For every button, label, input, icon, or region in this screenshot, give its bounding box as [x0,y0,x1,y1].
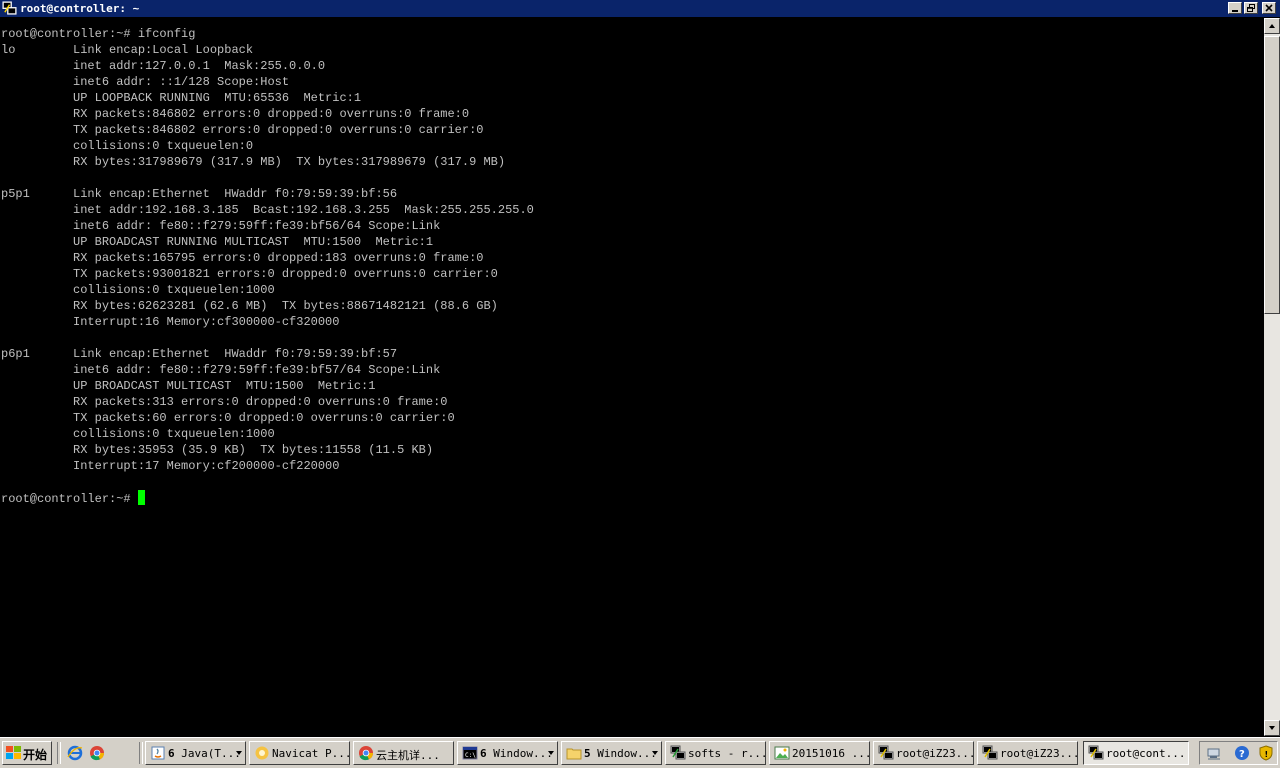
task-label: Window... [597,747,657,760]
terminal-line: RX packets:313 errors:0 dropped:0 overru… [1,395,448,409]
task-label: softs - r... [688,747,766,760]
arrow-up-icon [1269,24,1275,28]
task-image-viewer[interactable]: 20151016 ... [769,741,870,765]
scroll-up-button[interactable] [1264,18,1280,34]
task-putty-1[interactable]: root@iZ23... [873,741,974,765]
terminal-line: TX packets:93001821 errors:0 dropped:0 o… [1,267,498,281]
terminal-line: RX packets:165795 errors:0 dropped:183 o… [1,251,484,265]
task-explorer-group[interactable]: 5 Window... [561,741,662,765]
minimize-button[interactable] [1228,2,1242,14]
ie-icon[interactable] [67,745,83,761]
chevron-down-icon [652,751,658,755]
terminal-line: collisions:0 txqueuelen:1000 [1,283,275,297]
arrow-down-icon [1269,726,1275,730]
task-chrome[interactable]: 云主机详... [353,741,454,765]
start-label: 开始 [23,748,48,762]
svg-text:?: ? [1239,749,1245,760]
putty-icon [878,745,894,760]
terminal-line: p6p1 Link encap:Ethernet HWaddr f0:79:59… [1,347,398,361]
chrome-icon[interactable] [89,745,105,761]
terminal-line: Interrupt:16 Memory:cf300000-cf320000 [1,315,340,329]
scroll-thumb[interactable] [1264,36,1280,314]
task-count: 5 [584,747,591,760]
task-softs[interactable]: softs - r... [665,741,766,765]
terminal-line: RX bytes:317989679 (317.9 MB) TX bytes:3… [1,155,506,169]
svg-text:!: ! [1265,750,1269,759]
task-label: 20151016 ... [792,747,870,760]
task-label: Java(T... [181,747,241,760]
taskbar-separator [57,742,61,764]
terminal-line: p5p1 Link encap:Ethernet HWaddr f0:79:59… [1,187,398,201]
folder-icon [566,748,582,760]
terminal-line: RX bytes:62623281 (62.6 MB) TX bytes:886… [1,299,498,313]
task-putty-2[interactable]: root@iZ23... [977,741,1078,765]
terminal-line: TX packets:60 errors:0 dropped:0 overrun… [1,411,455,425]
terminal-line: Interrupt:17 Memory:cf200000-cf220000 [1,459,340,473]
terminal-line: root@controller:~# ifconfig [1,27,196,41]
terminal-lines: root@controller:~# ifconfig lo Link enca… [1,27,534,473]
cmd-icon: C:\ [462,746,478,760]
task-count: 6 [480,747,487,760]
putty-icon [670,745,686,760]
svg-text:C:\: C:\ [465,752,476,759]
terminal-output[interactable]: root@controller:~# ifconfig lo Link enca… [0,18,1264,736]
task-label: root@iZ23... [896,747,974,760]
putty-icon [2,1,17,15]
terminal-line: collisions:0 txqueuelen:0 [1,139,254,153]
terminal-line: collisions:0 txqueuelen:1000 [1,427,275,441]
taskbar: 开始 6 Java(T... Navicat P... 云主机详... C:\ … [0,737,1280,768]
task-count: 6 [168,747,175,760]
terminal-line: inet6 addr: fe80::f279:59ff:fe39:bf56/64… [1,219,441,233]
help-icon[interactable]: ? [1234,745,1250,761]
chrome-icon [359,746,373,761]
task-label: Window... [493,747,553,760]
task-navicat[interactable]: Navicat P... [249,741,350,765]
chevron-down-icon [236,751,242,755]
terminal-line: inet addr:192.168.3.185 Bcast:192.168.3.… [1,203,534,217]
task-label: root@iZ23... [1000,747,1078,760]
image-icon [774,746,790,760]
close-button[interactable] [1262,2,1276,14]
terminal-line: lo Link encap:Local Loopback [1,43,254,57]
terminal-line: TX packets:846802 errors:0 dropped:0 ove… [1,123,484,137]
shell-prompt: root@controller:~# [1,492,138,506]
chevron-down-icon [548,751,554,755]
terminal-line: RX packets:846802 errors:0 dropped:0 ove… [1,107,470,121]
putty-icon [982,745,998,760]
restore-button[interactable] [1244,2,1258,14]
window-title-bar[interactable]: root@controller: ~ [0,0,1280,17]
minimize-icon [1232,10,1238,12]
terminal-line: UP BROADCAST MULTICAST MTU:1500 Metric:1 [1,379,376,393]
terminal-line: inet6 addr: fe80::f279:59ff:fe39:bf57/64… [1,363,441,377]
vertical-scrollbar[interactable] [1264,18,1280,736]
task-label: Navicat P... [272,747,350,760]
scroll-down-button[interactable] [1264,720,1280,736]
close-icon [1265,4,1273,12]
terminal-line: UP BROADCAST RUNNING MULTICAST MTU:1500 … [1,235,434,249]
putty-icon [1088,745,1104,760]
network-icon[interactable] [1206,745,1222,761]
window-title: root@controller: ~ [20,2,140,15]
start-button[interactable]: 开始 [2,741,52,765]
task-cmd-group[interactable]: C:\ 6 Window... [457,741,558,765]
task-java-group[interactable]: 6 Java(T... [145,741,246,765]
task-label: root@cont... [1106,747,1186,760]
terminal-line: inet addr:127.0.0.1 Mask:255.0.0.0 [1,59,326,73]
system-tray: ? ! [1199,741,1278,765]
navicat-icon [255,746,269,760]
task-label: 云主机详... [376,749,440,762]
terminal-line: inet6 addr: ::1/128 Scope:Host [1,75,290,89]
java-icon [151,746,165,760]
restore-icon [1247,4,1255,12]
shield-icon[interactable]: ! [1258,745,1274,761]
terminal-line: UP LOOPBACK RUNNING MTU:65536 Metric:1 [1,91,362,105]
task-putty-active[interactable]: root@cont... [1083,741,1189,765]
taskbar-separator [139,742,143,764]
windows-logo-icon [6,746,21,759]
terminal-text: root@controller:~# ifconfig lo Link enca… [1,26,534,507]
terminal-line: RX bytes:35953 (35.9 KB) TX bytes:11558 … [1,443,434,457]
text-cursor [137,490,145,505]
